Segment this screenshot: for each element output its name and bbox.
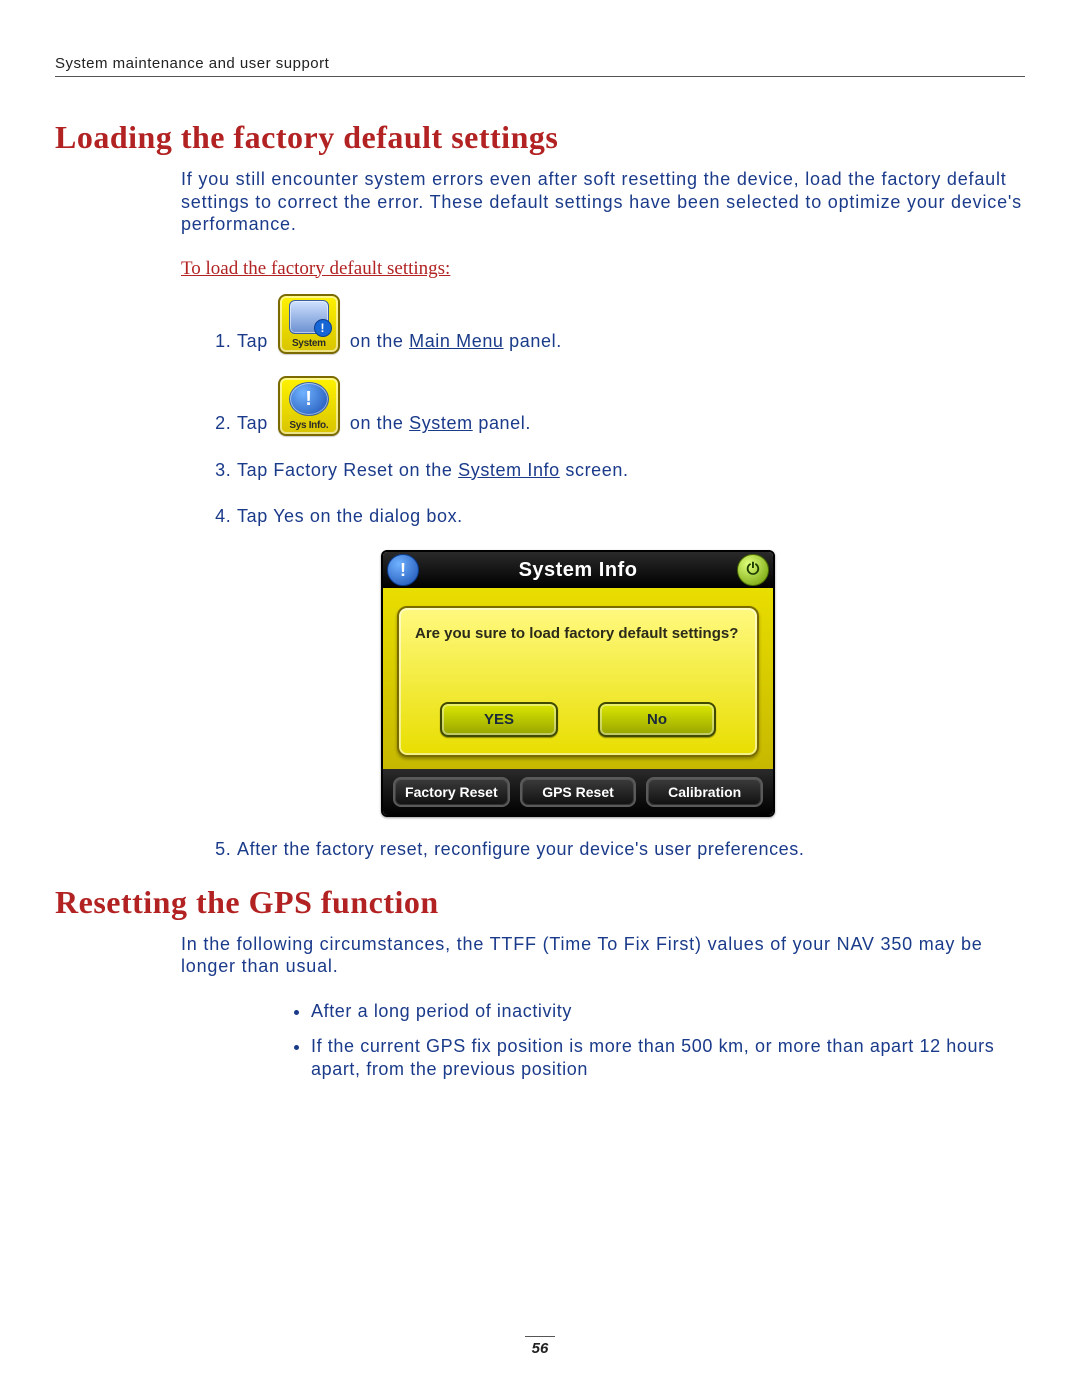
step-4: Tap Yes on the dialog box.: [237, 504, 1025, 528]
step-2: Tap ! Sys Info. on the System panel.: [237, 376, 1025, 436]
section1-subhead: To load the factory default settings:: [181, 258, 1025, 280]
dialog-question: Are you sure to load factory default set…: [415, 624, 741, 644]
factory-reset-button[interactable]: Factory Reset: [393, 777, 510, 807]
page-number: 56: [0, 1336, 1080, 1357]
system-icon: ! System: [278, 294, 340, 354]
device-title: System Info: [423, 559, 733, 582]
step3-post: screen.: [565, 460, 628, 480]
steps-list: Tap ! System on the Main Menu panel. Tap…: [55, 294, 1025, 529]
step2-pre: Tap: [237, 411, 268, 435]
list-item: After a long period of inactivity: [311, 1000, 1025, 1023]
power-icon[interactable]: ⏻: [737, 554, 769, 586]
dialog-buttons: YES No: [415, 702, 741, 737]
running-header: System maintenance and user support: [55, 55, 1025, 77]
step3-pre: Tap Factory Reset on the: [237, 460, 453, 480]
step2-mid: on the: [350, 413, 404, 433]
main-menu-link[interactable]: Main Menu: [409, 331, 503, 351]
step-1: Tap ! System on the Main Menu panel.: [237, 294, 1025, 354]
calibration-button[interactable]: Calibration: [646, 777, 763, 807]
system-link[interactable]: System: [409, 413, 473, 433]
device-body: Are you sure to load factory default set…: [383, 588, 773, 769]
info-icon[interactable]: !: [387, 554, 419, 586]
list-item: If the current GPS fix position is more …: [311, 1035, 1025, 1082]
steps-list-cont: After the factory reset, reconfigure you…: [55, 837, 1025, 861]
section2-intro: In the following circumstances, the TTFF…: [55, 933, 1025, 978]
section1-intro: If you still encounter system errors eve…: [55, 168, 1025, 236]
gears-icon: !: [289, 300, 329, 334]
gps-reset-button[interactable]: GPS Reset: [520, 777, 637, 807]
section-heading-gps: Resetting the GPS function: [55, 884, 1025, 921]
section-heading-loading: Loading the factory default settings: [55, 119, 1025, 156]
step2-post: panel.: [478, 413, 531, 433]
step1-post: panel.: [509, 331, 562, 351]
system-info-screenshot: ! System Info ⏻ Are you sure to load fac…: [381, 550, 775, 817]
system-icon-label: System: [280, 337, 338, 351]
device-footer: Factory Reset GPS Reset Calibration: [383, 769, 773, 815]
step1-mid: on the: [350, 331, 404, 351]
yes-button[interactable]: YES: [440, 702, 558, 737]
info-circle-icon: !: [289, 382, 329, 416]
sys-info-icon: ! Sys Info.: [278, 376, 340, 436]
manual-page: System maintenance and user support Load…: [0, 0, 1080, 1397]
system-info-link[interactable]: System Info: [458, 460, 560, 480]
no-button[interactable]: No: [598, 702, 716, 737]
step-3: Tap Factory Reset on the System Info scr…: [237, 458, 1025, 482]
confirm-dialog: Are you sure to load factory default set…: [397, 606, 759, 757]
step-5: After the factory reset, reconfigure you…: [237, 837, 1025, 861]
step1-pre: Tap: [237, 329, 268, 353]
header-label: System maintenance and user support: [55, 55, 329, 72]
device-title-bar: ! System Info ⏻: [383, 552, 773, 588]
sys-info-icon-label: Sys Info.: [280, 419, 338, 433]
gps-bullets: After a long period of inactivity If the…: [55, 1000, 1025, 1082]
